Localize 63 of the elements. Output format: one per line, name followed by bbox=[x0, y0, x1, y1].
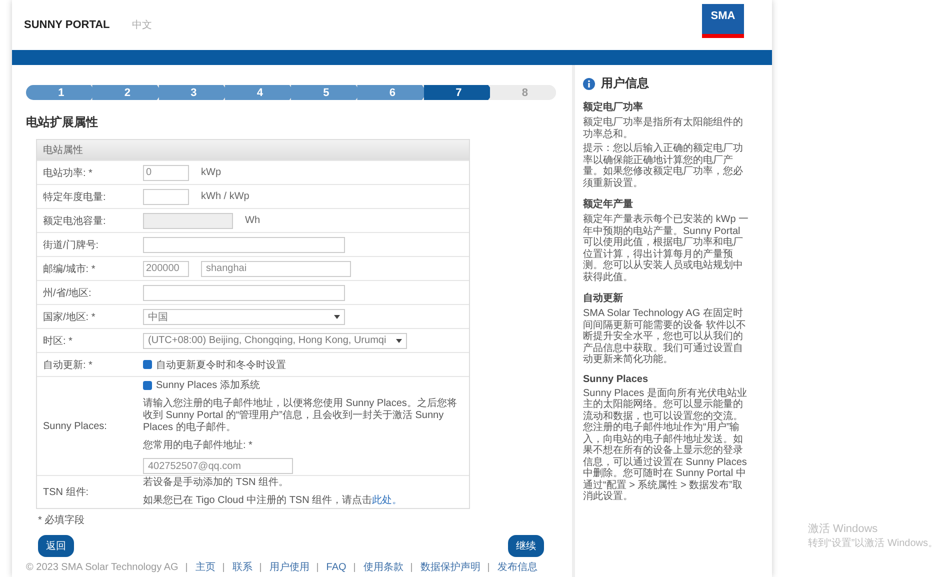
input-field[interactable] bbox=[143, 188, 189, 204]
field-label: Sunny Places: bbox=[42, 420, 108, 432]
field-label: 邮编/城市: * bbox=[42, 262, 96, 276]
footer-link[interactable]: 使用条款 bbox=[363, 560, 404, 574]
input-field[interactable]: shanghai bbox=[201, 260, 351, 276]
info-heading: 自动更新 bbox=[583, 291, 624, 305]
info-text: SMA Solar Technology AG 在固定时间间隔更新可能需要的设备 软件以不断提升安全水平，您也可以从我们的产品信息中获取。我们可通过设置自动更新来简化功能。 bbox=[583, 308, 747, 366]
dropdown[interactable]: 中国 bbox=[143, 308, 345, 324]
footer-link[interactable]: 联系 bbox=[232, 560, 252, 574]
unit-label: kWp bbox=[201, 167, 221, 178]
portal-brand: SUNNY PORTAL bbox=[24, 19, 110, 31]
help-link[interactable]: 此处。 bbox=[372, 495, 402, 506]
field-label: 额定电池容量: bbox=[42, 214, 107, 228]
checkbox[interactable] bbox=[143, 360, 152, 369]
section-header: 电站属性 bbox=[37, 140, 469, 160]
field-label: 电站功率: * bbox=[42, 166, 94, 180]
info-text: Sunny Places 是面向所有光伏电站业主的太阳能网络。您可以显示能量的流动和数据，也可以设置您的交流。您注册的电子邮件地址作为“用户”输入，向电站的电子邮件地址发送。如果不想在所有的设备上显示您的登录信息，可以通过设置在 Sunny Places 中删除。您可随时在 Sunny Portal 中通过“配置 > 系统属性 > 数据发布”取消此设置。 bbox=[583, 388, 748, 502]
input-field[interactable]: 0 bbox=[143, 164, 189, 180]
activation-text: 转到“设置”以激活 Windows。 bbox=[808, 536, 938, 550]
activation-title: 激活 Windows bbox=[808, 522, 879, 536]
unit-label: kWh / kWp bbox=[201, 191, 250, 202]
dropdown[interactable]: (UTC+08:00) Beijing, Chongqing, Hong Kong, Urumqi bbox=[143, 332, 408, 348]
footer-link[interactable]: 数据保护声明 bbox=[420, 560, 480, 574]
footer-link[interactable]: 用户使用 bbox=[269, 560, 310, 574]
field-label: 特定年度电量: bbox=[42, 190, 107, 204]
input-field[interactable] bbox=[143, 284, 345, 300]
checkbox-label: 自动更新夏令时和冬令时设置 bbox=[156, 358, 286, 372]
info-text: 提示：您以后输入正确的额定电厂功率以确保能正确地计算您的电厂产量。如果您修改额定电厂功率，您必须重新设置。 bbox=[583, 143, 744, 189]
field-label: 自动更新: * bbox=[42, 358, 94, 372]
caret-icon bbox=[396, 338, 402, 342]
field-label: TSN 组件: bbox=[42, 486, 90, 499]
footer-link[interactable]: FAQ bbox=[326, 562, 346, 572]
field-label: 时区: * bbox=[42, 334, 74, 348]
info-text: 额定年产量表示每个已安装的 kWp 一年中预期的电站产量。Sunny Portal 可以使用此值，根据电厂功率和电厂位置计算，得出计算每月的产量预测。您可以从安装人员或电站规划中获得此值。 bbox=[583, 214, 750, 283]
required-note: * 必填字段 bbox=[38, 514, 86, 527]
page-title: 电站扩展属性 bbox=[26, 114, 99, 131]
footer-link[interactable]: 主页 bbox=[195, 560, 216, 574]
input-field[interactable]: 200000 bbox=[143, 260, 189, 276]
next-button[interactable]: 继续 bbox=[508, 535, 544, 557]
info-heading: Sunny Places bbox=[583, 374, 650, 384]
help-text: 请输入您注册的电子邮件地址，以便将您使用 Sunny Places。之后您将收到 Sunny Portal 的“管理用户”信息，且会收到一封关于激活 Sunny Places 的电子邮件。 bbox=[143, 398, 458, 434]
copyright-text: © 2023 SMA Solar Technology AG bbox=[26, 562, 178, 572]
unit-label: Wh bbox=[245, 215, 260, 226]
input-field[interactable]: 402752507@qq.com bbox=[143, 458, 293, 474]
help-text: 若设备是手动添加的 TSN 组件。 bbox=[143, 477, 290, 489]
input-field[interactable] bbox=[143, 236, 345, 252]
company-logo: SMA bbox=[702, 4, 744, 38]
field-label: 国家/地区: * bbox=[42, 310, 96, 324]
back-button[interactable]: 返回 bbox=[38, 535, 74, 557]
caret-icon bbox=[334, 314, 340, 318]
footer-link[interactable]: 发布信息 bbox=[497, 560, 538, 574]
info-text: 额定电厂功率是指所有太阳能组件的功率总和。 bbox=[583, 117, 744, 140]
wizard-step: 8 bbox=[490, 85, 556, 100]
sidebar-title: 用户信息 bbox=[601, 75, 649, 92]
info-heading: 额定年产量 bbox=[583, 197, 634, 211]
info-heading: 额定电厂功率 bbox=[583, 100, 644, 114]
checkbox-label: Sunny Places 添加系统 bbox=[156, 378, 260, 392]
checkbox[interactable] bbox=[143, 380, 152, 390]
info-icon bbox=[583, 78, 595, 90]
field-label: 您常用的电子邮件地址: * bbox=[143, 440, 254, 452]
field-label: 州/省/地区: bbox=[42, 286, 92, 300]
help-text: 如果您已在 Tigo Cloud 中注册的 TSN 组件，请点击此处。 bbox=[143, 495, 404, 507]
field-label: 街道/门牌号: bbox=[42, 238, 100, 252]
